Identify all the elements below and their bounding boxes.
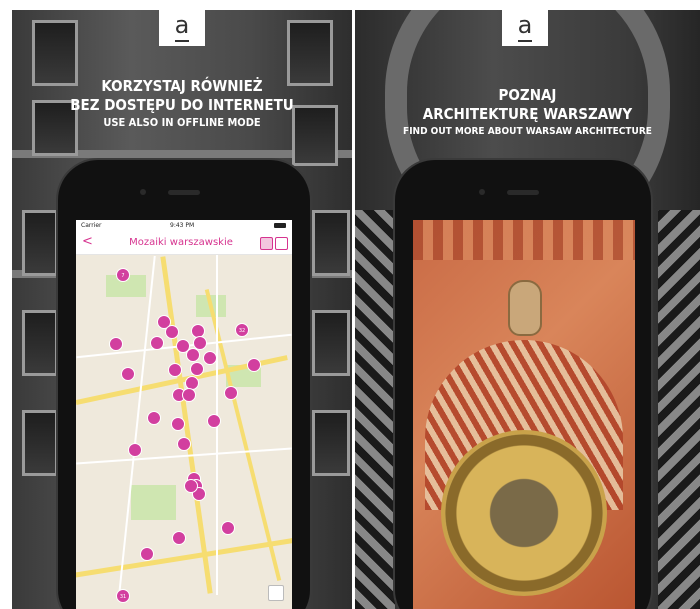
phone-screen: Carrier 9:43 PM < Mozaiki warszawskie 7 … <box>76 220 292 609</box>
right-promo-panel: a POZNAJ ARCHITEKTURĘ WARSZAWY FIND OUT … <box>355 10 700 609</box>
map-marker[interactable] <box>168 363 182 377</box>
app-logo-glyph: a <box>517 11 533 39</box>
phone-mockup: Carrier 9:43 PM < Mozaiki warszawskie 7 … <box>58 160 310 609</box>
building-window <box>292 105 338 166</box>
clock-icon <box>441 430 607 596</box>
phone-camera <box>140 189 146 195</box>
status-carrier: Carrier <box>81 222 102 229</box>
status-time: 9:43 PM <box>170 222 195 229</box>
caption-line-1: KORZYSTAJ RÓWNIEŻ <box>101 77 263 95</box>
back-button[interactable]: < <box>82 235 93 249</box>
map-marker[interactable] <box>172 531 186 545</box>
map-marker[interactable] <box>207 414 221 428</box>
building-window <box>22 210 58 276</box>
map-marker[interactable] <box>109 337 123 351</box>
building-window <box>312 210 350 276</box>
map-marker[interactable] <box>128 443 142 457</box>
map-marker[interactable] <box>177 437 191 451</box>
app-logo: a <box>159 10 205 46</box>
caption-line-3: USE ALSO IN OFFLINE MODE <box>103 116 261 129</box>
stone-head-sculpture <box>508 280 542 336</box>
map-marker[interactable] <box>184 479 198 493</box>
building-window <box>22 310 58 376</box>
map-marker[interactable]: 31 <box>116 589 130 603</box>
map-park <box>131 485 176 520</box>
phone-mockup <box>395 160 651 609</box>
nav-title: Mozaiki warszawskie <box>129 237 233 248</box>
map-marker[interactable] <box>221 521 235 535</box>
phone-speaker <box>507 190 539 195</box>
ornamental-frieze <box>413 220 635 260</box>
map-marker[interactable] <box>150 336 164 350</box>
map-marker[interactable]: 32 <box>235 323 249 337</box>
map-street <box>118 255 156 595</box>
caption-line-2: ARCHITEKTURĘ WARSZAWY <box>422 105 633 123</box>
building-window <box>312 410 350 476</box>
map-marker[interactable] <box>186 348 200 362</box>
current-location-icon[interactable] <box>268 585 284 601</box>
app-logo: a <box>502 10 548 46</box>
map-marker[interactable] <box>190 362 204 376</box>
status-bar: Carrier 9:43 PM <box>76 220 292 232</box>
building-window <box>22 410 58 476</box>
phone-speaker <box>168 190 200 195</box>
decorative-pattern <box>658 210 700 609</box>
left-promo-panel: a KORZYSTAJ RÓWNIEŻ BEZ DOSTĘPU DO INTER… <box>12 10 352 609</box>
building-window <box>312 310 350 376</box>
map-marker[interactable] <box>165 325 179 339</box>
offline-map-icon[interactable] <box>260 237 273 250</box>
map-marker[interactable] <box>171 417 185 431</box>
map-marker[interactable]: 7 <box>116 268 130 282</box>
navigation-bar: < Mozaiki warszawskie <box>76 232 292 255</box>
caption-line-1: POZNAJ <box>498 86 557 104</box>
map-marker[interactable] <box>182 388 196 402</box>
map-marker[interactable] <box>203 351 217 365</box>
map-marker[interactable] <box>247 358 261 372</box>
app-logo-underline <box>518 40 532 42</box>
map-marker[interactable] <box>121 367 135 381</box>
list-view-icon[interactable] <box>275 237 288 250</box>
caption-line-2: BEZ DOSTĘPU DO INTERNETU <box>70 96 294 114</box>
app-logo-glyph: a <box>174 11 190 39</box>
caption-line-3: FIND OUT MORE ABOUT WARSAW ARCHITECTURE <box>403 126 652 137</box>
phone-screen <box>413 220 635 609</box>
map-marker[interactable] <box>140 547 154 561</box>
decorative-pattern <box>355 210 395 609</box>
battery-icon <box>274 223 286 228</box>
map-marker[interactable] <box>147 411 161 425</box>
map-view[interactable]: 7 32 31 <box>76 255 292 609</box>
phone-camera <box>479 189 485 195</box>
app-logo-underline <box>175 40 189 42</box>
map-marker[interactable] <box>224 386 238 400</box>
